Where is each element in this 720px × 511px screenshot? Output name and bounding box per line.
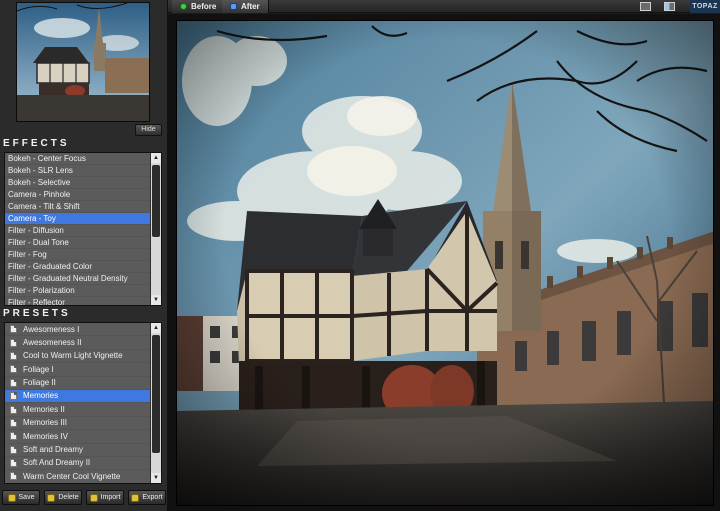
import-icon — [89, 493, 98, 502]
preview-area — [168, 14, 720, 511]
effect-item[interactable]: Bokeh - Center Focus — [5, 153, 150, 165]
preset-item[interactable]: Awesomeness II — [5, 336, 150, 350]
effect-item[interactable]: Filter - Polarization — [5, 285, 150, 297]
preset-label: Memories — [23, 391, 59, 401]
document-icon — [10, 351, 17, 360]
preset-label: Memories III — [23, 418, 68, 428]
effect-item[interactable]: Filter - Dual Tone — [5, 237, 150, 249]
presets-scrollbar[interactable]: ▲ ▼ — [150, 323, 161, 483]
preset-label: Soft And Dreamy II — [23, 458, 91, 468]
scroll-up-arrow-icon[interactable]: ▲ — [151, 323, 161, 333]
export-label: Export — [142, 494, 163, 501]
save-label: Save — [18, 494, 35, 501]
delete-label: Delete — [58, 494, 79, 501]
preset-item[interactable]: Memories III — [5, 417, 150, 431]
after-label: After — [241, 2, 260, 11]
preset-label: Foliage II — [23, 378, 56, 388]
effects-scroll-thumb[interactable] — [152, 165, 160, 237]
document-icon — [10, 378, 17, 387]
save-icon — [7, 493, 16, 502]
preset-action-bar: Save Delete Import Export — [2, 490, 166, 508]
navigator-thumbnail[interactable] — [16, 2, 150, 122]
preset-item[interactable]: Soft and Dreamy — [5, 444, 150, 457]
preset-label: Soft and Dreamy — [23, 445, 84, 455]
preset-label: Memories II — [23, 404, 65, 414]
effect-item[interactable]: Camera - Toy — [5, 213, 150, 225]
view-toolbar: Before After TOPAZ — [168, 0, 720, 13]
preset-item[interactable]: Cool to Warm Light Vignette — [5, 350, 150, 364]
presets-title: PRESETS — [3, 308, 71, 319]
effect-item[interactable]: Filter - Graduated Color — [5, 261, 150, 273]
single-view-icon[interactable] — [640, 2, 651, 11]
preset-label: Warm Center Cool Vignette — [23, 471, 121, 481]
effects-items: Bokeh - Center Focus Bokeh - SLR Lens Boke… — [5, 153, 150, 305]
scroll-down-arrow-icon[interactable]: ▼ — [151, 295, 161, 305]
hide-button[interactable]: Hide — [135, 124, 162, 136]
effects-list[interactable]: Bokeh - Center Focus Bokeh - SLR Lens Boke… — [4, 152, 162, 306]
export-icon — [131, 493, 140, 502]
preset-item[interactable]: Foliage II — [5, 377, 150, 390]
presets-scroll-thumb[interactable] — [152, 335, 160, 453]
presets-items: Awesomeness I Awesomeness II Cool to Warm … — [5, 323, 150, 483]
effect-item[interactable]: Bokeh - Selective — [5, 177, 150, 189]
effect-item[interactable]: Filter - Graduated Neutral Density — [5, 273, 150, 285]
effect-item[interactable]: Filter - Fog — [5, 249, 150, 261]
document-icon — [10, 405, 17, 414]
document-icon — [10, 459, 17, 468]
preset-item[interactable]: Memories II — [5, 403, 150, 417]
preset-label: Awesomeness I — [23, 324, 80, 334]
document-icon — [10, 392, 17, 401]
save-button[interactable]: Save — [2, 490, 40, 505]
green-dot-icon — [180, 3, 187, 10]
document-icon — [10, 432, 17, 441]
document-icon — [10, 325, 17, 334]
effect-item[interactable]: Bokeh - SLR Lens — [5, 165, 150, 177]
image-preview[interactable] — [176, 20, 714, 506]
preset-item[interactable]: Foliage I — [5, 363, 150, 377]
topaz-logo: TOPAZ — [690, 0, 720, 13]
document-icon — [10, 472, 17, 481]
delete-icon — [47, 493, 56, 502]
split-view-icon[interactable] — [664, 2, 675, 11]
export-button[interactable]: Export — [128, 490, 166, 505]
scroll-down-arrow-icon[interactable]: ▼ — [151, 473, 161, 483]
preview-photo — [177, 21, 713, 505]
left-panel: Hide EFFECTS Bokeh - Center Focus Bokeh -… — [0, 0, 168, 511]
preset-label: Cool to Warm Light Vignette — [23, 351, 123, 361]
import-label: Import — [100, 494, 121, 501]
document-icon — [10, 338, 17, 347]
document-icon — [10, 418, 17, 427]
import-button[interactable]: Import — [86, 490, 124, 505]
preset-label: Foliage I — [23, 364, 54, 374]
preset-item[interactable]: Soft And Dreamy II — [5, 457, 150, 471]
tab-before[interactable]: Before — [172, 0, 226, 13]
preset-item[interactable]: Memories IV — [5, 430, 150, 444]
effect-item[interactable]: Filter - Reflector — [5, 297, 150, 305]
effects-title: EFFECTS — [3, 138, 70, 149]
presets-list[interactable]: Awesomeness I Awesomeness II Cool to Warm … — [4, 322, 162, 484]
preset-label: Awesomeness II — [23, 337, 82, 347]
blue-dot-icon — [230, 3, 237, 10]
before-label: Before — [191, 2, 217, 11]
preset-item[interactable]: Memories — [5, 389, 150, 404]
preset-item[interactable]: Awesomeness I — [5, 323, 150, 337]
effect-item[interactable]: Camera - Tilt & Shift — [5, 201, 150, 213]
preset-item[interactable]: Warm Center Cool Vignette — [5, 470, 150, 483]
effect-item[interactable]: Filter - Diffusion — [5, 225, 150, 237]
tab-after[interactable]: After — [222, 0, 269, 13]
preset-label: Memories IV — [23, 431, 68, 441]
effects-scrollbar[interactable]: ▲ ▼ — [150, 153, 161, 305]
effect-item[interactable]: Camera - Pinhole — [5, 189, 150, 201]
scroll-up-arrow-icon[interactable]: ▲ — [151, 153, 161, 163]
document-icon — [10, 445, 17, 454]
document-icon — [10, 365, 17, 374]
delete-button[interactable]: Delete — [44, 490, 82, 505]
